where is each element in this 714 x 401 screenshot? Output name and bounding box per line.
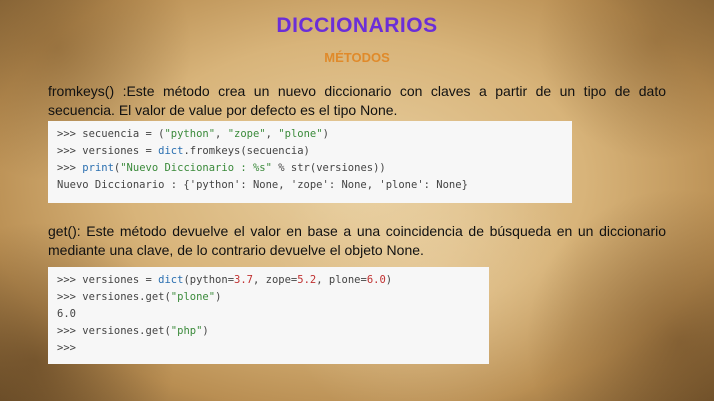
get-description: get(): Este método devuelve el valor en … xyxy=(48,223,666,258)
code-line-4: >>> versiones.get("php") xyxy=(57,325,209,337)
page-title: DICCIONARIOS xyxy=(276,14,438,37)
code-line-3: >>> print("Nuevo Diccionario : %s" % str… xyxy=(57,162,386,174)
code-line-2: >>> versiones.get("plone") xyxy=(57,291,222,303)
code-line-1: >>> secuencia = ("python", "zope", "plon… xyxy=(57,128,329,140)
page-subtitle: MÉTODOS xyxy=(324,50,390,65)
fromkeys-code-block: >>> secuencia = ("python", "zope", "plon… xyxy=(48,121,572,203)
code-line-3: 6.0 xyxy=(57,308,76,320)
code-line-4: Nuevo Diccionario : {'python': None, 'zo… xyxy=(57,179,468,191)
code-line-1: >>> versiones = dict(python=3.7, zope=5.… xyxy=(57,274,393,286)
fromkeys-description: fromkeys() :Este método crea un nuevo di… xyxy=(48,83,666,118)
get-code-block: >>> versiones = dict(python=3.7, zope=5.… xyxy=(48,267,489,364)
code-line-5: >>> xyxy=(57,342,76,354)
code-line-2: >>> versiones = dict.fromkeys(secuencia) xyxy=(57,145,310,157)
